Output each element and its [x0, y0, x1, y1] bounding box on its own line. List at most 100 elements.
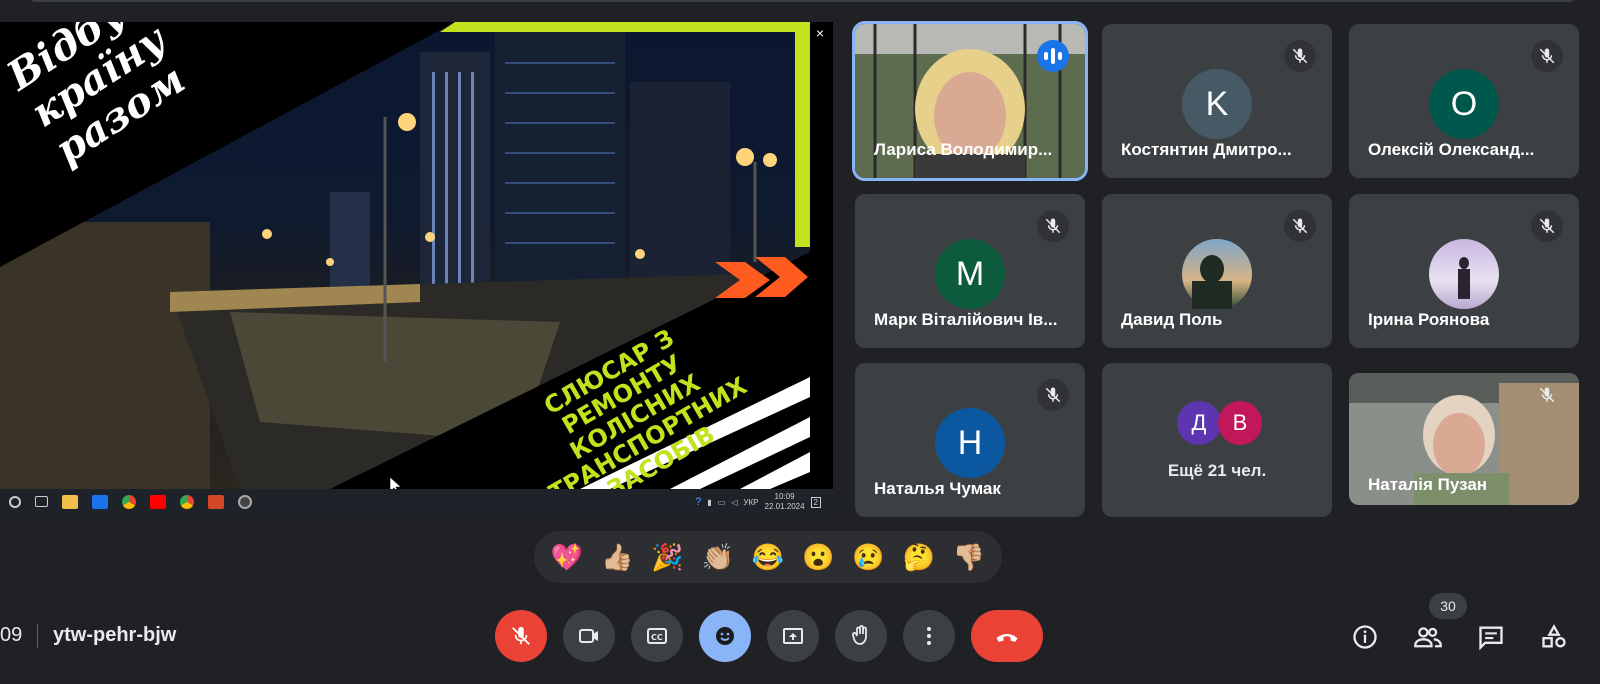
mic-off-icon [1531, 210, 1563, 242]
participant-name: Олексій Олександ... [1368, 140, 1535, 159]
participant-count-badge: 30 [1429, 593, 1467, 619]
taskbar-clock[interactable]: 10:09 22.01.2024 [765, 492, 805, 512]
participant-tile[interactable]: Лариса Володимир... [852, 21, 1088, 181]
leave-call-button[interactable] [971, 610, 1043, 662]
mic-toggle-button[interactable] [495, 610, 547, 662]
avatar: K [1182, 69, 1252, 139]
reactions-bar: 💖 👍🏼 🎉 👏🏼 😂 😮 😢 🤔 👎🏼 [534, 531, 1002, 583]
participant-tile[interactable]: M Марк Віталійович Ів... [855, 194, 1085, 348]
mic-off-icon [1531, 40, 1563, 72]
chrome-alt-icon[interactable] [180, 494, 194, 509]
camera-icon [579, 629, 598, 643]
mic-off-icon [1284, 40, 1316, 72]
emoji-icon [716, 627, 734, 645]
meeting-code: ytw-pehr-bjw [53, 624, 177, 646]
participant-tile[interactable]: K Костянтин Дмитро... [1102, 24, 1332, 178]
more-participants-tile[interactable]: Д В Ещё 21 чел. [1102, 363, 1332, 517]
system-tray: ? ▮ ▭ ◁ УКР 10:09 22.01.2024 2 [695, 492, 821, 512]
reaction-clap[interactable]: 👏🏼 [702, 542, 734, 572]
person-silhouette-icon [1192, 255, 1232, 309]
captions-icon: CC [647, 628, 667, 644]
hand-icon [852, 625, 867, 645]
participant-name: Ірина Роянова [1368, 310, 1490, 329]
windows-taskbar: ? ▮ ▭ ◁ УКР 10:09 22.01.2024 2 [0, 489, 833, 514]
reaction-laugh[interactable]: 😂 [752, 542, 784, 572]
reaction-sad[interactable]: 😢 [852, 542, 884, 572]
speaking-indicator-icon [1037, 40, 1069, 72]
close-presentation-icon[interactable]: × [812, 25, 828, 41]
avatar: O [1429, 69, 1499, 139]
presentation-view: Відбудуємо країну разом СЛЮСАР З РЕМОНТУ… [0, 22, 833, 514]
chrome-icon[interactable] [122, 494, 136, 509]
mic-off-icon [512, 626, 530, 645]
present-button[interactable] [767, 610, 819, 662]
mic-off-icon [1037, 210, 1069, 242]
reaction-surprised[interactable]: 😮 [802, 542, 834, 572]
reaction-party[interactable]: 🎉 [651, 542, 683, 572]
people-button[interactable] [1408, 617, 1448, 657]
participant-name: Давид Поль [1121, 310, 1223, 329]
help-icon[interactable]: ? [695, 496, 701, 508]
mic-off-icon [1284, 210, 1316, 242]
participant-name: Наталья Чумак [874, 479, 1001, 498]
info-icon [1353, 625, 1377, 649]
camera-toggle-button[interactable] [563, 610, 615, 662]
participant-tile[interactable]: Давид Поль [1102, 194, 1332, 348]
task-view-icon[interactable] [35, 496, 48, 507]
captions-button[interactable]: CC [631, 610, 683, 662]
person-silhouette-icon [1458, 257, 1470, 299]
notifications-icon[interactable]: 2 [810, 496, 821, 508]
slide: Відбудуємо країну разом СЛЮСАР З РЕМОНТУ… [0, 22, 810, 489]
participant-tile[interactable]: H Наталья Чумак [855, 363, 1085, 517]
svg-text:CC: CC [651, 633, 663, 642]
hang-up-icon [996, 633, 1018, 642]
chat-button[interactable] [1471, 617, 1511, 657]
reaction-heart[interactable]: 💖 [551, 542, 583, 572]
more-options-button[interactable] [903, 610, 955, 662]
raise-hand-button[interactable] [835, 610, 887, 662]
participant-name: Костянтин Дмитро... [1121, 140, 1292, 159]
participant-name: Наталія Пузан [1368, 475, 1488, 494]
meeting-time: 09 [0, 624, 23, 646]
mail-icon[interactable] [92, 494, 108, 509]
avatar-photo [1429, 239, 1499, 309]
more-participants-label: Ещё 21 чел. [1167, 461, 1267, 480]
activities-button[interactable] [1534, 617, 1574, 657]
more-vert-icon [927, 627, 931, 645]
taskbar-time: 10:09 [774, 492, 795, 501]
mic-off-icon [1531, 379, 1563, 411]
avatar: M [935, 239, 1005, 309]
divider [37, 624, 38, 648]
activities-icon [1542, 624, 1566, 648]
reaction-thumbs-down[interactable]: 👎🏼 [953, 542, 985, 572]
top-bar [30, 0, 1575, 2]
side-controls [1345, 617, 1574, 657]
participant-tile[interactable]: O Олексій Олександ... [1349, 24, 1579, 178]
media-player-icon[interactable] [238, 494, 252, 509]
battery-icon[interactable]: ▭ [718, 498, 726, 507]
emoji-button[interactable] [699, 610, 751, 662]
volume-icon[interactable]: ◁ [731, 498, 737, 507]
participant-name: Лариса Володимир... [874, 140, 1053, 159]
people-icon [1414, 627, 1442, 648]
language-indicator[interactable]: УКР [743, 498, 758, 507]
reaction-thumbs-up[interactable]: 👍🏼 [601, 542, 633, 572]
powerpoint-icon[interactable] [208, 494, 224, 509]
avatar: Д [1177, 401, 1221, 445]
participant-tile[interactable]: Наталія Пузан [1349, 373, 1579, 505]
avatar-photo [1182, 239, 1252, 309]
reaction-thinking[interactable]: 🤔 [902, 542, 934, 572]
search-icon[interactable] [9, 495, 21, 508]
avatar: H [935, 408, 1005, 478]
mic-off-icon [1037, 379, 1069, 411]
present-screen-icon [783, 628, 803, 644]
meet-window: Відбудуємо країну разом СЛЮСАР З РЕМОНТУ… [0, 0, 1600, 684]
meeting-details-button[interactable] [1345, 617, 1385, 657]
taskbar-date: 22.01.2024 [764, 502, 805, 511]
avatar: В [1218, 401, 1262, 445]
participant-tile[interactable]: Ірина Роянова [1349, 194, 1579, 348]
folder-icon[interactable] [62, 494, 78, 509]
mic-icon[interactable]: ▮ [707, 498, 711, 507]
youtube-icon[interactable] [150, 494, 166, 509]
chat-icon [1479, 626, 1503, 651]
